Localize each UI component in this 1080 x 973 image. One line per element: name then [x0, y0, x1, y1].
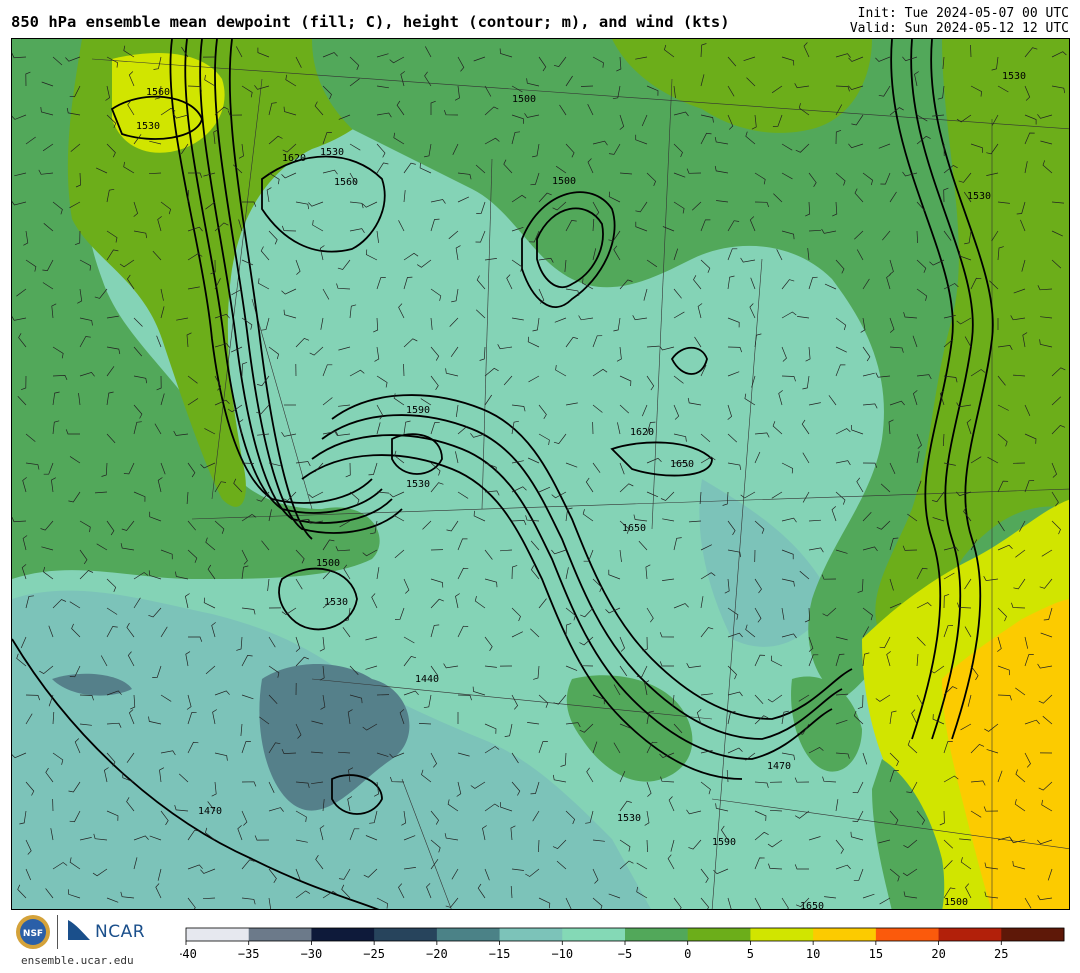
colorbar-swatch: [813, 928, 877, 941]
colorbar-tick-label: 5: [747, 947, 754, 961]
valid-time: Valid: Sun 2024-05-12 12 UTC: [849, 21, 1069, 36]
contour-label: 1530: [1002, 71, 1026, 82]
colorbar-swatch: [311, 928, 375, 941]
contour-label: 1530: [967, 191, 991, 202]
wind-barb: [403, 363, 405, 377]
colorbar-tick-label: 25: [994, 947, 1008, 961]
logo-divider: [57, 915, 58, 949]
colorbar-swatch: [875, 928, 940, 941]
site-url: ensemble.ucar.edu: [21, 954, 134, 967]
contour-label: 1470: [198, 806, 222, 817]
colorbar-tick-label: −15: [489, 947, 511, 961]
contour-label: 1470: [767, 761, 791, 772]
map-canvas: 1560 1530 1620 1530 1560 1500 1500 1590 …: [12, 39, 1069, 910]
nsf-logo: NSF: [16, 915, 50, 949]
colorbar: −40 −35 −30 −25 −20 −15 −10 −5 0 5 10 15 20 25: [180, 927, 1065, 961]
colorbar-tick-label: −10: [551, 947, 573, 961]
colorbar-tick-label: −25: [363, 947, 385, 961]
contour-label: 1650: [622, 523, 646, 534]
contour-label: 1530: [406, 479, 430, 490]
map-title: 850 hPa ensemble mean dewpoint (fill; C)…: [11, 13, 730, 31]
svg-text:NSF: NSF: [23, 929, 43, 939]
colorbar-tick-label: −20: [426, 947, 448, 961]
colorbar-tick-label: −5: [618, 947, 632, 961]
colorbar-tick-label: −40: [180, 947, 197, 961]
colorbar-swatch: [625, 928, 689, 941]
colorbar-swatch: [750, 928, 814, 941]
contour-label: 1440: [415, 674, 439, 685]
colorbar-swatch: [687, 928, 751, 941]
contour-label: 1500: [316, 558, 340, 569]
colorbar-tick-label: 20: [931, 947, 945, 961]
colorbar-swatch: [186, 928, 250, 941]
contour-label: 1500: [552, 176, 576, 187]
ncar-logo: [68, 920, 90, 940]
contour-label: 1650: [670, 459, 694, 470]
contour-label: 1620: [282, 153, 306, 164]
contour-label: 1620: [630, 427, 654, 438]
wind-barb: [580, 85, 594, 87]
contour-label: 1530: [320, 147, 344, 158]
contour-label: 1500: [944, 897, 968, 908]
wind-barb: [187, 189, 189, 203]
init-time: Init: Tue 2024-05-07 00 UTC: [857, 6, 1069, 21]
wind-barb: [970, 44, 972, 58]
contour-label: 1500: [512, 94, 536, 105]
colorbar-tick-label: −30: [301, 947, 323, 961]
colorbar-tick-label: 0: [684, 947, 691, 961]
wind-barb: [241, 462, 255, 464]
colorbar-tick-label: 15: [869, 947, 883, 961]
colorbar-tick-label: −35: [238, 947, 260, 961]
colorbar-swatch: [248, 928, 312, 941]
contour-label: 1530: [617, 813, 641, 824]
colorbar-swatch: [938, 928, 1002, 941]
contour-label: 1560: [334, 177, 358, 188]
contour-label: 1530: [324, 597, 348, 608]
colorbar-swatch: [1001, 928, 1065, 941]
contour-label: 1590: [406, 405, 430, 416]
colorbar-swatch: [562, 928, 626, 941]
colorbar-swatch: [374, 928, 438, 941]
colorbar-tick-label: 10: [806, 947, 820, 961]
contour-label: 1590: [712, 837, 736, 848]
colorbar-swatch: [436, 928, 501, 941]
contour-label: 1650: [800, 901, 824, 910]
contour-label: 1560: [146, 87, 170, 98]
colorbar-swatch: [499, 928, 563, 941]
ncar-label: NCAR: [95, 922, 146, 942]
contour-label: 1530: [136, 121, 160, 132]
dewpoint-map: 1560 1530 1620 1530 1560 1500 1500 1590 …: [11, 38, 1070, 910]
